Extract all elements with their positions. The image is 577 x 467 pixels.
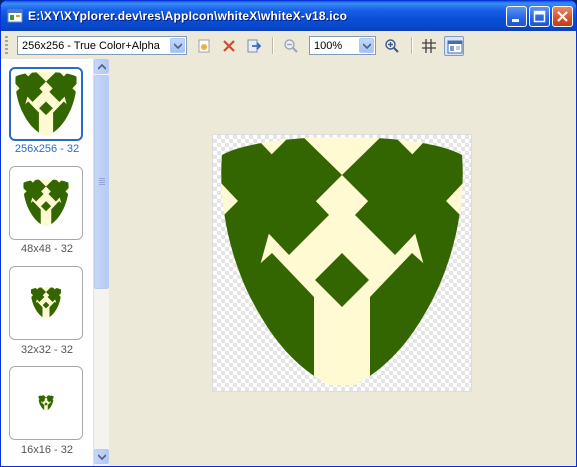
zoom-out-icon bbox=[284, 39, 298, 53]
grid-icon bbox=[422, 39, 436, 53]
zoom-select[interactable]: 100% bbox=[309, 36, 376, 55]
thumbnail-256[interactable] bbox=[9, 67, 83, 141]
window-title: E:\XY\XYplorer.dev\res\AppIcon\whiteX\wh… bbox=[28, 9, 348, 23]
minimize-icon bbox=[512, 19, 519, 22]
toolbar-grip[interactable] bbox=[5, 36, 8, 54]
chevron-down-icon bbox=[174, 43, 182, 49]
app-window: E:\XY\XYplorer.dev\res\AppIcon\whiteX\wh… bbox=[0, 0, 577, 467]
thumbnail-16[interactable] bbox=[9, 366, 83, 440]
delete-button[interactable] bbox=[219, 36, 239, 56]
chevron-up-icon bbox=[98, 64, 106, 70]
thumbnail-label: 16x16 - 32 bbox=[21, 444, 73, 456]
grid-toggle-button[interactable] bbox=[419, 36, 439, 56]
close-button[interactable] bbox=[552, 6, 573, 27]
close-icon bbox=[557, 11, 568, 22]
chevron-down-icon bbox=[98, 454, 106, 460]
zoom-select-value: 100% bbox=[314, 40, 343, 52]
format-dropdown-button[interactable] bbox=[170, 38, 185, 53]
zoom-out-button[interactable] bbox=[281, 36, 301, 56]
maximize-icon bbox=[533, 10, 546, 23]
title-bar[interactable]: E:\XY\XYplorer.dev\res\AppIcon\whiteX\wh… bbox=[1, 1, 576, 31]
export-icon bbox=[247, 39, 262, 53]
scroll-thumb-grip bbox=[99, 178, 105, 186]
thumbnail-label: 48x48 - 32 bbox=[21, 243, 73, 255]
scroll-up-button[interactable] bbox=[94, 59, 109, 74]
icon-preview-256 bbox=[11, 69, 81, 139]
thumbnail-list[interactable]: 256x256 - 32 48x48 - 32 32x32 - 32 16x16… bbox=[1, 59, 93, 466]
export-button[interactable] bbox=[244, 36, 264, 56]
format-select[interactable]: 256x256 - True Color+Alpha bbox=[17, 36, 187, 55]
zoom-in-button[interactable] bbox=[382, 36, 402, 56]
format-select-value: 256x256 - True Color+Alpha bbox=[22, 40, 160, 52]
thumbnail-48[interactable] bbox=[9, 166, 83, 240]
panel-toggle-button[interactable] bbox=[444, 36, 464, 56]
icon-preview-48 bbox=[22, 179, 70, 227]
zoom-dropdown-button[interactable] bbox=[359, 38, 374, 53]
icon-preview-large bbox=[214, 135, 470, 391]
thumbnail-label: 32x32 - 32 bbox=[21, 344, 73, 356]
toolbar-separator bbox=[411, 37, 413, 54]
new-icon bbox=[198, 39, 210, 53]
toolbar: 256x256 - True Color+Alpha 100% bbox=[1, 31, 576, 60]
scroll-down-button[interactable] bbox=[94, 449, 109, 464]
new-image-button[interactable] bbox=[194, 36, 214, 56]
panel-icon bbox=[447, 40, 463, 54]
toolbar-separator bbox=[272, 37, 274, 54]
delete-icon bbox=[223, 40, 235, 52]
icon-preview-16 bbox=[38, 395, 54, 411]
zoom-in-icon bbox=[385, 39, 399, 53]
scroll-thumb[interactable] bbox=[94, 75, 109, 289]
app-icon bbox=[7, 9, 23, 23]
thumbnail-label: 256x256 - 32 bbox=[14, 143, 80, 155]
thumbnail-scrollbar[interactable] bbox=[93, 59, 109, 466]
icon-canvas bbox=[212, 134, 472, 392]
chevron-down-icon bbox=[363, 43, 371, 49]
icon-preview-32 bbox=[30, 287, 62, 319]
preview-area bbox=[109, 59, 576, 466]
thumbnail-32[interactable] bbox=[9, 266, 83, 340]
maximize-button[interactable] bbox=[529, 6, 550, 27]
minimize-button[interactable] bbox=[506, 6, 527, 27]
